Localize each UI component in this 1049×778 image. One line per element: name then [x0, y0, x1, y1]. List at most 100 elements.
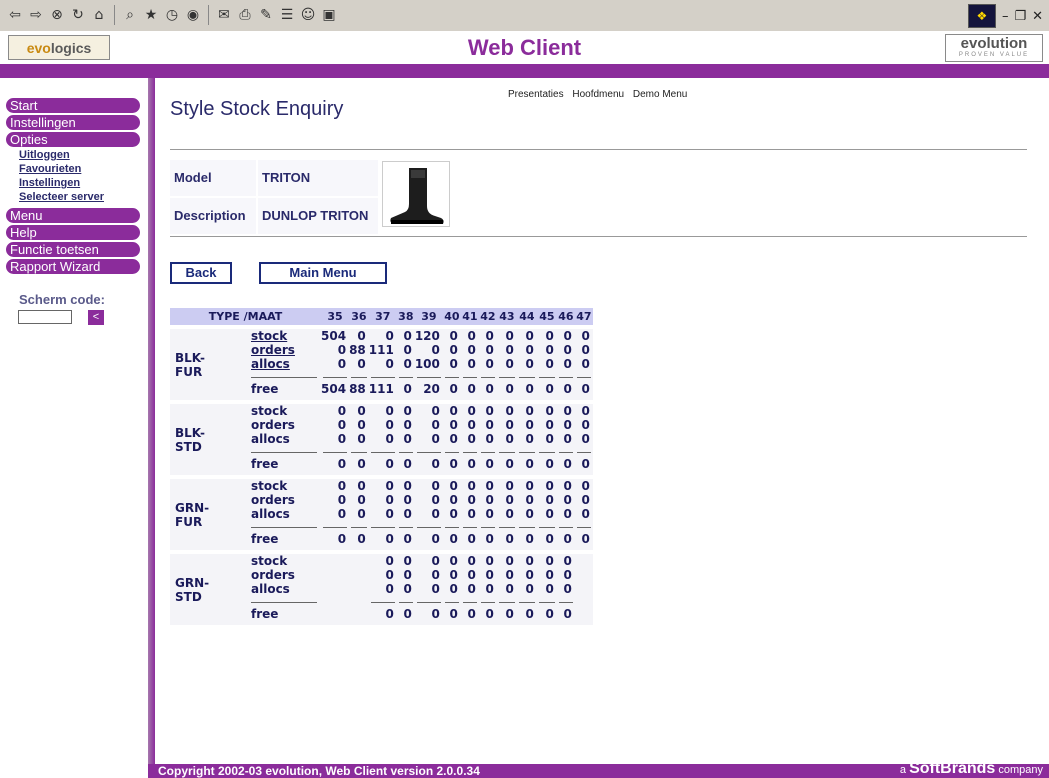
forward-icon[interactable]: ⇨ — [27, 6, 45, 24]
divider — [251, 371, 321, 378]
scherm-code-input[interactable] — [18, 310, 72, 324]
cell-value: 0 — [556, 343, 575, 357]
free-value: 0 — [556, 378, 575, 400]
free-value: 0 — [396, 603, 415, 625]
orders-label[interactable]: orders — [251, 343, 321, 357]
link-demo-menu[interactable]: Demo Menu — [633, 89, 687, 100]
link-hoofdmenu[interactable]: Hoofdmenu — [572, 89, 624, 100]
refresh-icon[interactable]: ↻ — [69, 6, 87, 24]
divider — [536, 596, 557, 603]
link-presentaties[interactable]: Presentaties — [508, 89, 564, 100]
divider — [368, 596, 397, 603]
divider — [442, 371, 461, 378]
home-icon[interactable]: ⌂ — [90, 6, 108, 24]
stock-label[interactable]: stock — [251, 329, 321, 343]
favorites-icon[interactable]: ★ — [142, 6, 160, 24]
menu-rapport-wizard[interactable]: Rapport Wizard — [6, 259, 140, 274]
divider — [536, 446, 557, 453]
size-header: 35 — [321, 308, 350, 325]
cell-value: 0 — [536, 329, 557, 343]
evolution-logo: evolution PROVEN VALUE — [945, 34, 1043, 62]
cell-value: 0 — [516, 343, 537, 357]
menu-opties[interactable]: Opties — [6, 132, 140, 147]
cell-value: 0 — [396, 404, 415, 418]
window-controls: ❖ – ❐ ✕ — [967, 4, 1043, 28]
main-menu-button[interactable]: Main Menu — [259, 262, 387, 284]
divider — [516, 446, 537, 453]
free-value: 0 — [496, 453, 517, 475]
cell-value: 0 — [442, 357, 461, 371]
cell-value: 0 — [460, 554, 479, 568]
free-value: 0 — [321, 528, 350, 550]
cell-value: 0 — [496, 343, 517, 357]
scherm-code-go-button[interactable]: < — [88, 310, 104, 325]
divider — [574, 521, 593, 528]
softbrands-logo: a SoftBrands company — [900, 760, 1043, 778]
divider — [496, 371, 517, 378]
table-row: GRN- STD stock 0 0 0 0 0 0 0 0 0 0 — [170, 554, 593, 625]
free-value: 0 — [478, 528, 497, 550]
brand-prefix: a — [899, 764, 906, 776]
menu-start[interactable]: Start — [6, 98, 140, 113]
stop-icon[interactable]: ⊗ — [48, 6, 66, 24]
type-cell: BLK- FUR — [170, 329, 251, 400]
type-cell: GRN- STD — [170, 554, 251, 625]
back-icon[interactable]: ⇦ — [6, 6, 24, 24]
back-button[interactable]: Back — [170, 262, 232, 284]
divider — [460, 371, 479, 378]
cell-value: 0 — [396, 329, 415, 343]
free-label: free — [251, 378, 321, 400]
divider — [478, 521, 497, 528]
cell-value: 0 — [396, 357, 415, 371]
messenger-icon[interactable]: ☺ — [299, 6, 317, 24]
cell-value: 0 — [368, 329, 397, 343]
cell-value: 0 — [516, 568, 537, 582]
cell-value: 0 — [368, 493, 397, 507]
edit-icon[interactable]: ✎ — [257, 6, 275, 24]
free-value: 0 — [536, 378, 557, 400]
divider — [414, 371, 443, 378]
print-icon[interactable]: ⎙ — [236, 6, 254, 24]
cell-value: 0 — [349, 479, 369, 493]
link-favourieten[interactable]: Favourieten — [19, 163, 81, 175]
cell-value: 100 — [414, 357, 443, 371]
free-value: 0 — [516, 453, 537, 475]
fullscreen-icon[interactable]: ▣ — [320, 6, 338, 24]
menu-functie-toetsen[interactable]: Functie toetsen — [6, 242, 140, 257]
menu-instellingen[interactable]: Instellingen — [6, 115, 140, 130]
menu-help[interactable]: Help — [6, 225, 140, 240]
allocs-label[interactable]: allocs — [251, 357, 321, 371]
link-uitloggen[interactable]: Uitloggen — [19, 149, 70, 161]
toolbar-separator — [208, 5, 209, 25]
restore-icon[interactable]: ❐ — [1014, 9, 1026, 24]
media-icon[interactable]: ◉ — [184, 6, 202, 24]
cell-value: 0 — [478, 343, 497, 357]
free-value: 0 — [478, 603, 497, 625]
divider — [321, 596, 350, 603]
cell-value: 0 — [442, 582, 461, 596]
cell-value: 0 — [396, 507, 415, 521]
link-instellingen[interactable]: Instellingen — [19, 177, 80, 189]
cell-value: 0 — [414, 432, 443, 446]
menu-menu[interactable]: Menu — [6, 208, 140, 223]
cell-value: 0 — [414, 404, 443, 418]
mail-icon[interactable]: ✉ — [215, 6, 233, 24]
cell-value: 0 — [460, 404, 479, 418]
free-value: 504 — [321, 378, 350, 400]
link-selecteer-server[interactable]: Selecteer server — [19, 191, 104, 203]
divider — [442, 596, 461, 603]
free-value — [574, 603, 593, 625]
minimize-icon[interactable]: – — [1002, 9, 1009, 24]
divider — [516, 596, 537, 603]
close-icon[interactable]: ✕ — [1032, 9, 1043, 24]
cell-value: 0 — [321, 357, 350, 371]
cell-value: 0 — [349, 493, 369, 507]
discuss-icon[interactable]: ☰ — [278, 6, 296, 24]
cell-value: 0 — [536, 418, 557, 432]
history-icon[interactable]: ◷ — [163, 6, 181, 24]
cell-value: 0 — [536, 507, 557, 521]
search-icon[interactable]: ⌕ — [121, 6, 139, 24]
free-value: 0 — [536, 453, 557, 475]
size-header: 44 — [516, 308, 537, 325]
free-value: 88 — [349, 378, 369, 400]
